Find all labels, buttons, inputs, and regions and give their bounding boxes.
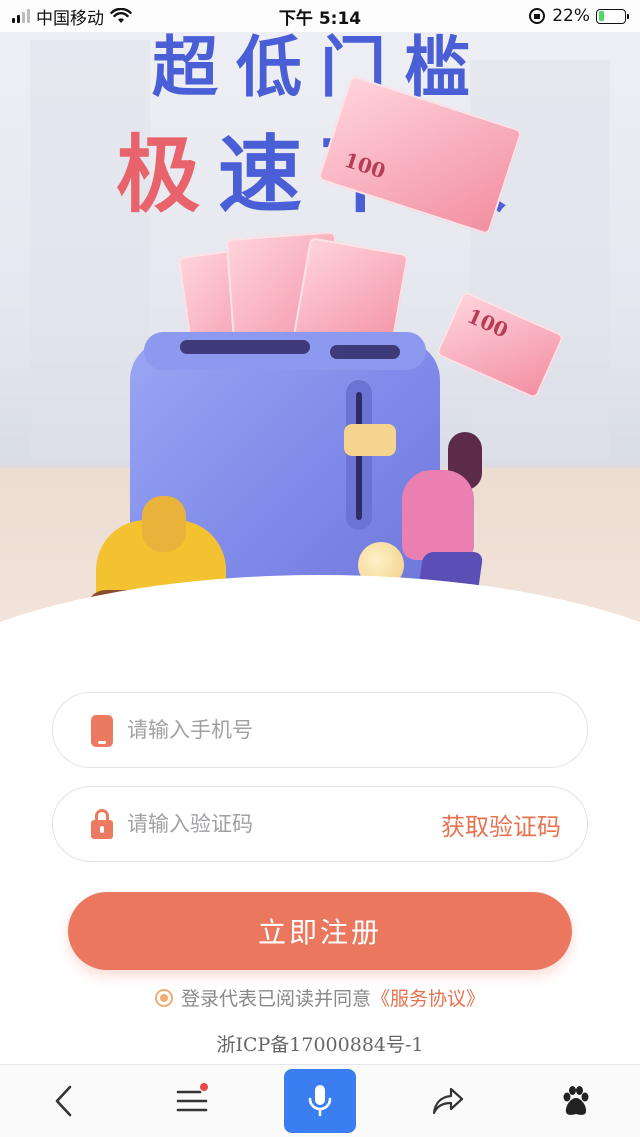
- phone-field[interactable]: [52, 692, 588, 768]
- phone-icon: [91, 715, 113, 747]
- bill-value: 100: [463, 303, 512, 343]
- battery-percent: 22%: [552, 6, 590, 26]
- slogan-red-part: 极: [115, 126, 218, 224]
- status-bar: 中国移动 下午 5:14 22%: [0, 0, 640, 32]
- agreement-row: 登录代表已阅读并同意 《服务协议》: [0, 984, 640, 1011]
- wifi-icon: [110, 8, 132, 23]
- signal-icon: [12, 9, 30, 23]
- back-button[interactable]: [28, 1069, 100, 1133]
- toaster-lever: [344, 424, 396, 456]
- microphone-icon: [308, 1085, 332, 1117]
- hero-banner: 超低门槛 极速下款 100 100: [0, 0, 640, 660]
- voice-search-button[interactable]: [284, 1069, 356, 1133]
- browser-toolbar: [0, 1064, 640, 1137]
- phone-input[interactable]: [127, 718, 561, 742]
- woman-body: [402, 470, 474, 560]
- lock-icon: [91, 809, 113, 839]
- baidu-paw-icon: [563, 1086, 589, 1115]
- toaster-slot: [180, 340, 310, 354]
- agree-radio[interactable]: [154, 988, 173, 1007]
- agree-text: 登录代表已阅读并同意: [180, 988, 371, 1010]
- carrier-name: 中国移动: [36, 8, 104, 29]
- notification-dot: [200, 1083, 208, 1091]
- status-left: 中国移动: [12, 4, 132, 29]
- battery-icon: [596, 8, 629, 24]
- back-icon: [55, 1085, 72, 1117]
- code-field[interactable]: 获取验证码: [52, 786, 588, 862]
- orientation-lock-icon: [529, 8, 546, 24]
- man-head: [142, 496, 186, 552]
- icp-record: 浙ICP备17000884号-1: [216, 1034, 424, 1056]
- service-agreement-link[interactable]: 《服务协议》: [371, 984, 485, 1011]
- clock: 下午 5:14: [278, 8, 362, 29]
- menu-button[interactable]: [156, 1069, 228, 1133]
- get-code-button[interactable]: 获取验证码: [441, 807, 561, 842]
- toaster-lever-line: [356, 392, 362, 520]
- battery-level: [598, 11, 604, 21]
- share-button[interactable]: [412, 1069, 484, 1133]
- register-button[interactable]: 立即注册: [68, 892, 572, 970]
- toaster-slot: [330, 345, 400, 359]
- share-icon: [432, 1087, 464, 1115]
- bill-value: 100: [341, 147, 389, 184]
- menu-icon: [176, 1090, 208, 1112]
- baidu-button[interactable]: [540, 1069, 612, 1133]
- status-right: 22%: [528, 6, 629, 26]
- code-input[interactable]: [127, 812, 441, 836]
